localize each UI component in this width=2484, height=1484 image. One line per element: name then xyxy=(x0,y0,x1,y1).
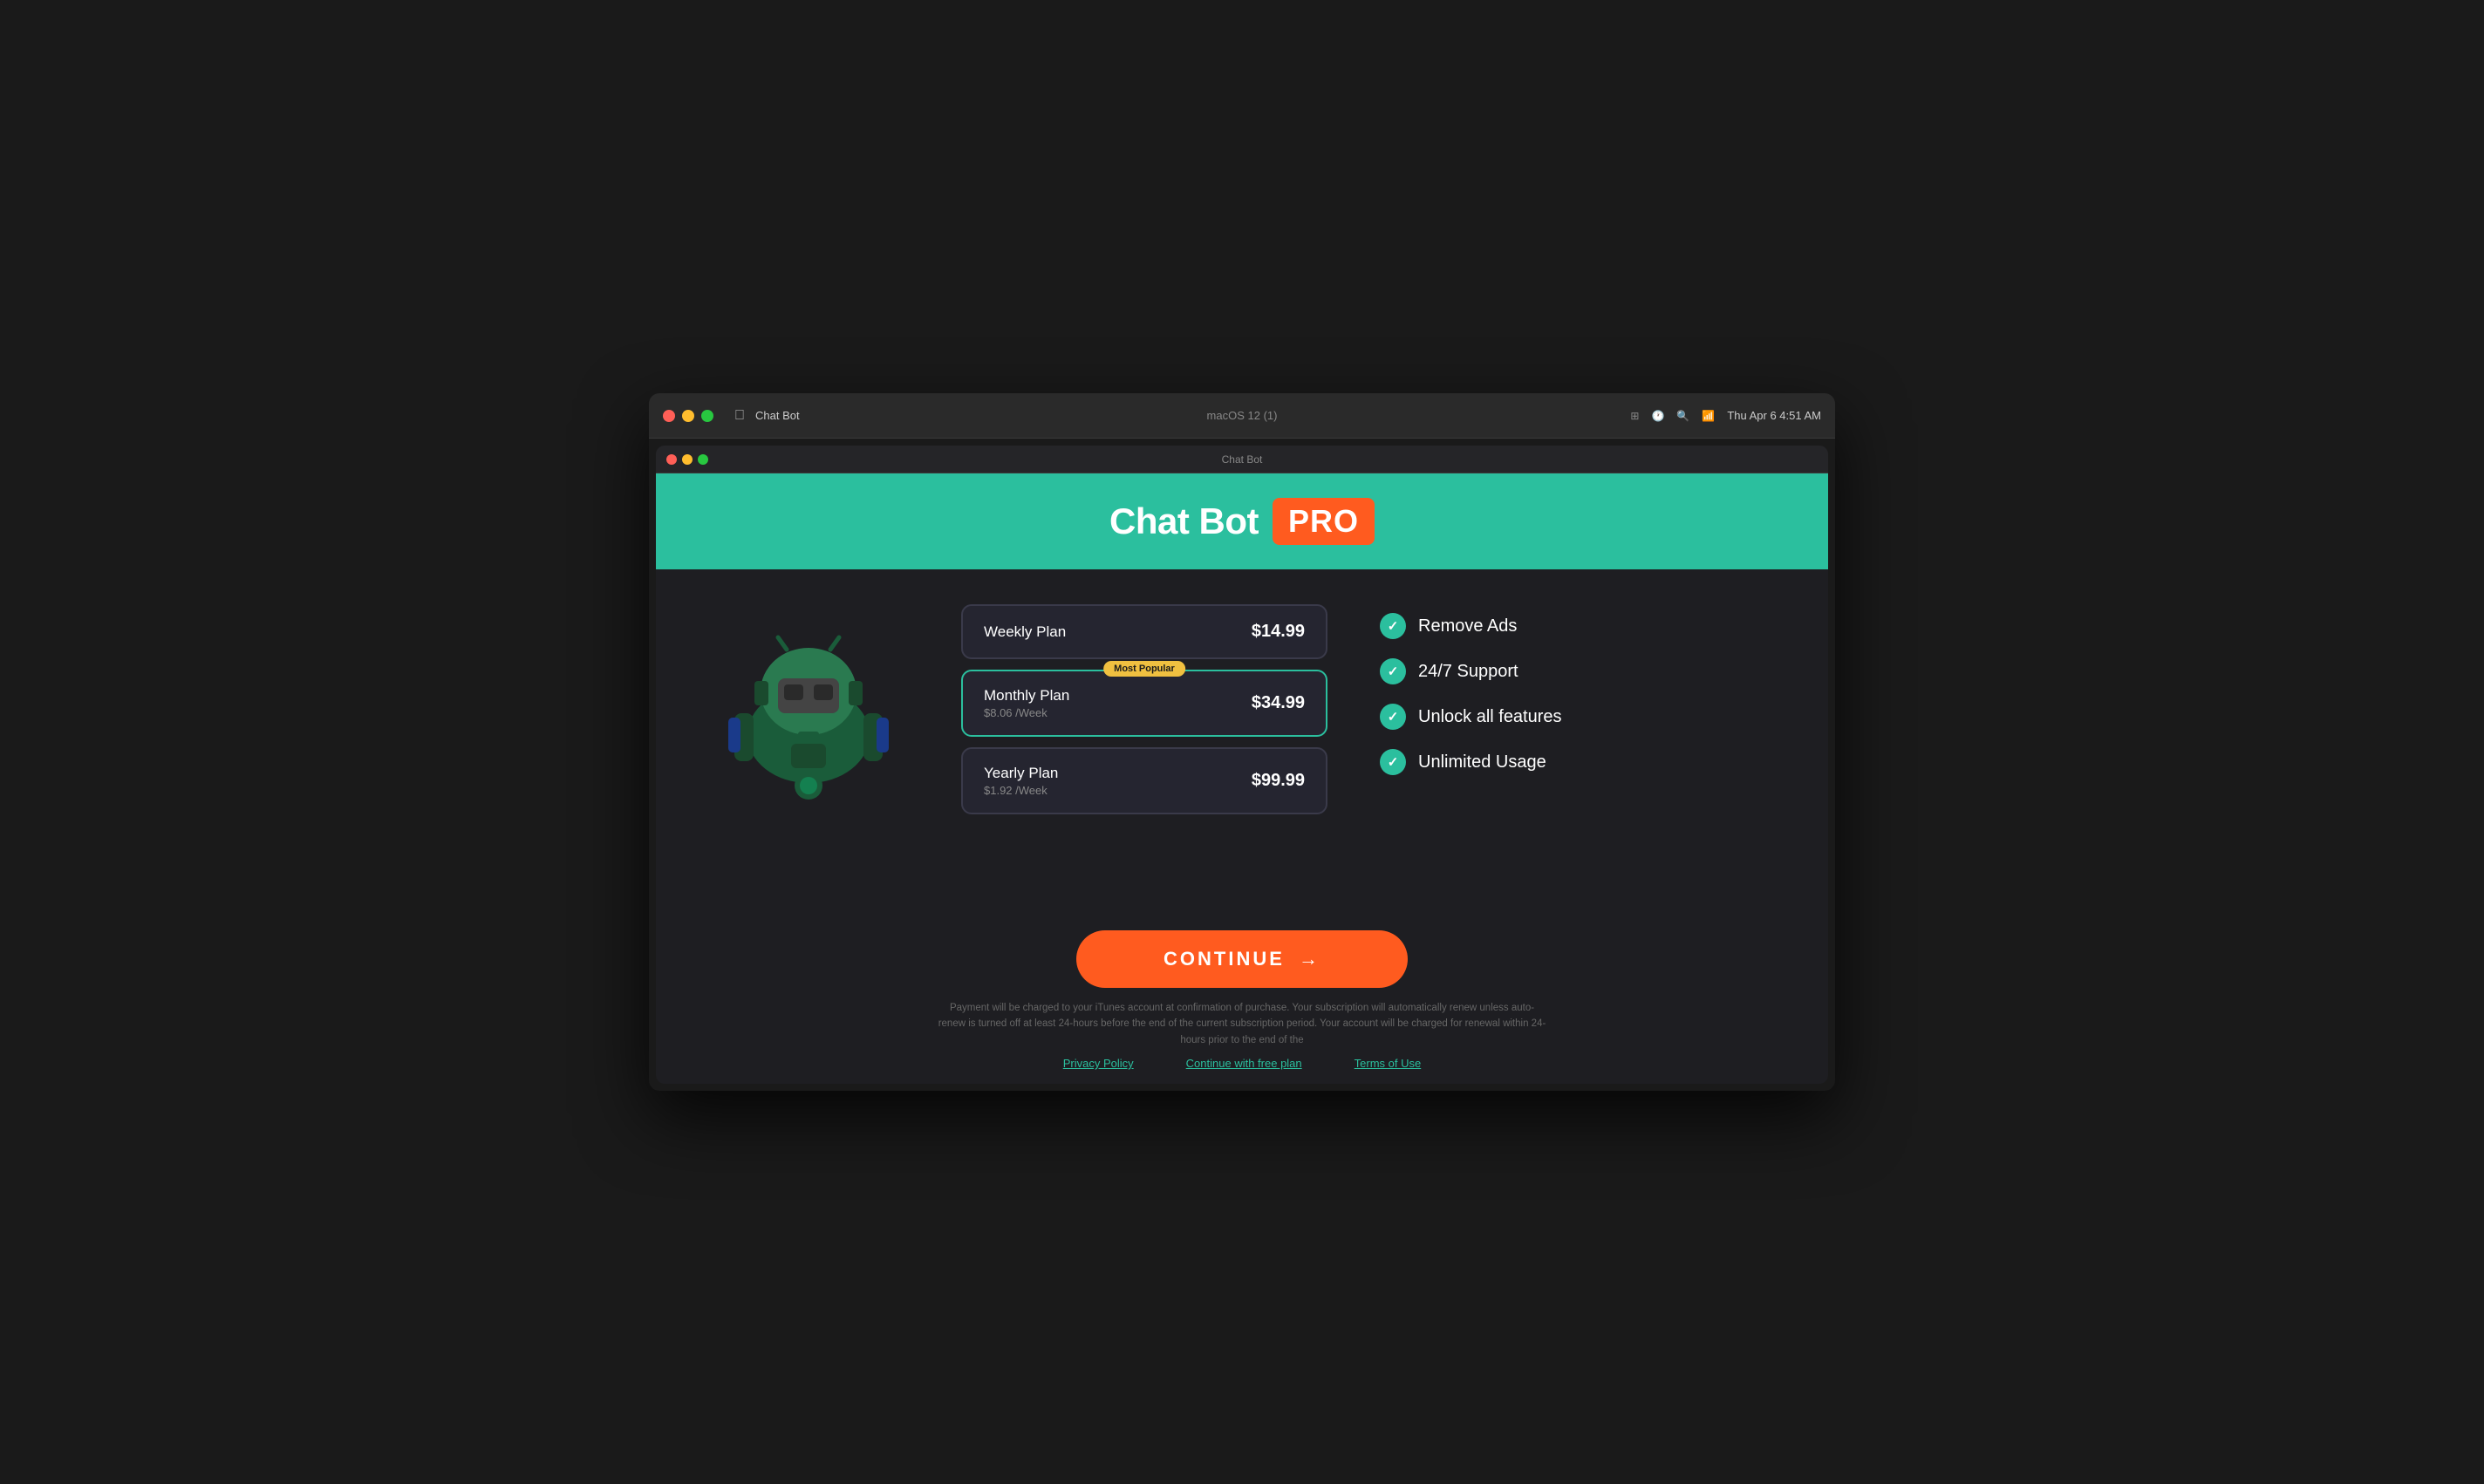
footer-disclaimer: Payment will be charged to your iTunes a… xyxy=(937,1000,1547,1048)
check-icon-unlimited-usage: ✓ xyxy=(1380,749,1406,775)
continue-label: CONTINUE xyxy=(1164,948,1285,970)
yearly-plan-sub: $1.92 /Week xyxy=(984,784,1058,797)
grid-icon: ⊞ xyxy=(1630,410,1639,422)
most-popular-badge: Most Popular xyxy=(1103,661,1185,677)
privacy-policy-link[interactable]: Privacy Policy xyxy=(1063,1057,1134,1070)
close-button[interactable] xyxy=(663,410,675,422)
feature-label-unlimited-usage: Unlimited Usage xyxy=(1418,752,1546,773)
monthly-plan-sub: $8.06 /Week xyxy=(984,706,1069,719)
yearly-plan-name: Yearly Plan xyxy=(984,765,1058,782)
traffic-lights xyxy=(663,410,713,422)
check-icon-unlock-all: ✓ xyxy=(1380,704,1406,730)
feature-unlock-all: ✓ Unlock all features xyxy=(1380,704,1572,730)
feature-label-247-support: 24/7 Support xyxy=(1418,662,1518,682)
weekly-plan-price: $14.99 xyxy=(1252,622,1305,642)
feature-label-unlock-all: Unlock all features xyxy=(1418,707,1562,727)
yearly-plan-price: $99.99 xyxy=(1252,771,1305,791)
robot-illustration xyxy=(708,622,909,813)
monthly-plan-price: $34.99 xyxy=(1252,693,1305,713)
search-icon: 🔍 xyxy=(1676,410,1689,422)
robot-svg xyxy=(713,622,904,813)
apple-icon:  xyxy=(734,408,745,424)
continue-free-link[interactable]: Continue with free plan xyxy=(1186,1057,1302,1070)
continue-arrow-icon: → xyxy=(1299,948,1320,970)
monthly-plan-name: Monthly Plan xyxy=(984,687,1069,705)
feature-247-support: ✓ 24/7 Support xyxy=(1380,658,1572,684)
title-bar-right: ⊞ 🕐 🔍 📶 Thu Apr 6 4:51 AM xyxy=(1630,409,1821,422)
app-close-button[interactable] xyxy=(666,454,677,465)
footer-section: Payment will be charged to your iTunes a… xyxy=(656,988,1828,1084)
app-maximize-button[interactable] xyxy=(698,454,708,465)
system-time: Thu Apr 6 4:51 AM xyxy=(1727,409,1821,422)
os-title-text: macOS 12 (1) xyxy=(1207,409,1278,422)
check-icon-remove-ads: ✓ xyxy=(1380,613,1406,639)
title-bar-left:  Chat Bot xyxy=(663,408,800,424)
continue-button[interactable]: CONTINUE → xyxy=(1076,930,1408,988)
app-title-bar: Chat Bot xyxy=(656,446,1828,473)
maximize-button[interactable] xyxy=(701,410,713,422)
features-section: ✓ Remove Ads ✓ 24/7 Support ✓ Unlock all… xyxy=(1380,604,1572,775)
yearly-plan-card[interactable]: Yearly Plan $1.92 /Week $99.99 xyxy=(961,747,1327,814)
minimize-button[interactable] xyxy=(682,410,694,422)
header-title: Chat Bot PRO xyxy=(1109,498,1375,545)
app-title-text: Chat Bot xyxy=(1222,453,1263,466)
menubar-app-name: Chat Bot xyxy=(755,409,800,422)
weekly-plan-info: Weekly Plan xyxy=(984,623,1066,641)
app-title-chat-bot: Chat Bot xyxy=(1109,500,1259,542)
clock-icon: 🕐 xyxy=(1651,410,1664,422)
header-banner: Chat Bot PRO xyxy=(656,473,1828,569)
feature-unlimited-usage: ✓ Unlimited Usage xyxy=(1380,749,1572,775)
plans-section: Weekly Plan $14.99 Most Popular Monthly … xyxy=(961,604,1327,814)
monthly-plan-card[interactable]: Most Popular Monthly Plan $8.06 /Week $3… xyxy=(961,670,1327,737)
os-title-bar:  Chat Bot macOS 12 (1) ⊞ 🕐 🔍 📶 Thu Apr … xyxy=(649,393,1835,439)
yearly-plan-info: Yearly Plan $1.92 /Week xyxy=(984,765,1058,797)
monthly-plan-info: Monthly Plan $8.06 /Week xyxy=(984,687,1069,719)
weekly-plan-name: Weekly Plan xyxy=(984,623,1066,641)
wifi-icon: 📶 xyxy=(1702,410,1715,422)
app-window: Chat Bot Chat Bot PRO xyxy=(656,446,1828,1084)
app-traffic-lights xyxy=(666,454,708,465)
pro-badge: PRO xyxy=(1273,498,1375,545)
os-title-center: macOS 12 (1) xyxy=(1207,409,1278,422)
main-content: Weekly Plan $14.99 Most Popular Monthly … xyxy=(656,569,1828,922)
check-icon-247-support: ✓ xyxy=(1380,658,1406,684)
terms-of-use-link[interactable]: Terms of Use xyxy=(1355,1057,1422,1070)
feature-remove-ads: ✓ Remove Ads xyxy=(1380,613,1572,639)
feature-label-remove-ads: Remove Ads xyxy=(1418,616,1517,636)
os-window:  Chat Bot macOS 12 (1) ⊞ 🕐 🔍 📶 Thu Apr … xyxy=(649,393,1835,1091)
continue-section: CONTINUE → xyxy=(656,922,1828,988)
weekly-plan-card[interactable]: Weekly Plan $14.99 xyxy=(961,604,1327,659)
footer-links: Privacy Policy Continue with free plan T… xyxy=(708,1057,1776,1084)
app-minimize-button[interactable] xyxy=(682,454,693,465)
